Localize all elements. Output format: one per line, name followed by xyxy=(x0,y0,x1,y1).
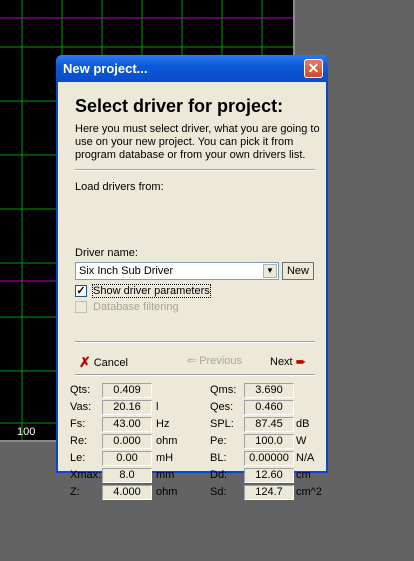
param-vas-value: 20.16 xyxy=(102,400,152,415)
dialog-titlebar[interactable]: New project... ✕ xyxy=(56,55,328,82)
description-text: Here you must select driver, what you ar… xyxy=(75,123,320,161)
param-z-unit: ohm xyxy=(156,486,178,498)
param-qts-label: Qts: xyxy=(70,384,91,396)
cancel-button[interactable]: ✗ Cancel xyxy=(79,354,128,371)
param-dd-value: 12.60 xyxy=(244,468,294,483)
param-le-label: Le: xyxy=(70,452,86,464)
show-params-label[interactable]: Show driver parameters xyxy=(92,284,211,298)
param-fs-label: Fs: xyxy=(70,418,86,430)
param-qms-value: 3.690 xyxy=(244,383,294,398)
param-xmax-unit: mm xyxy=(156,469,175,481)
db-filter-label[interactable]: Database filtering xyxy=(93,301,179,313)
close-button[interactable]: ✕ xyxy=(304,59,323,78)
param-z-label: Z: xyxy=(70,486,80,498)
param-re-label: Re: xyxy=(70,435,88,447)
param-sd-unit: cm^2 xyxy=(296,486,322,498)
param-sd-label: Sd: xyxy=(210,486,227,498)
param-pe-unit: W xyxy=(296,435,307,447)
new-project-dialog: New project... ✕ Select driver for proje… xyxy=(56,55,328,500)
param-pe-value: 100.0 xyxy=(244,434,294,449)
param-spl-label: SPL: xyxy=(210,418,234,430)
db-filter-checkbox[interactable] xyxy=(75,301,87,313)
divider xyxy=(75,169,315,171)
divider xyxy=(75,374,315,376)
param-bl-value: 0.00000 xyxy=(244,451,294,466)
previous-button[interactable]: ⇐ Previous xyxy=(187,354,243,368)
param-qes-label: Qes: xyxy=(210,401,234,413)
arrow-left-icon: ⇐ xyxy=(187,355,197,367)
param-fs-unit: Hz xyxy=(156,418,170,430)
param-le-unit: mH xyxy=(156,452,174,464)
param-xmax-value: 8.0 xyxy=(102,468,152,483)
param-spl-value: 87.45 xyxy=(244,417,294,432)
param-pe-label: Pe: xyxy=(210,435,227,447)
load-drivers-label: Load drivers from: xyxy=(75,181,164,193)
show-params-checkbox[interactable]: ✓ xyxy=(75,285,87,297)
driver-select-value: Six Inch Sub Driver xyxy=(79,265,174,277)
param-vas-unit: l xyxy=(156,401,159,413)
param-re-value: 0.000 xyxy=(102,434,152,449)
param-vas-label: Vas: xyxy=(70,401,92,413)
driver-name-label: Driver name: xyxy=(75,247,138,259)
param-dd-unit: cm xyxy=(296,469,311,481)
param-bl-label: BL: xyxy=(210,452,227,464)
param-dd-label: Dd: xyxy=(210,469,228,481)
next-label: Next xyxy=(270,356,293,368)
param-spl-unit: dB xyxy=(296,418,310,430)
graph-axis-label: 100 xyxy=(17,426,36,438)
dialog-title: New project... xyxy=(63,61,148,76)
previous-label: Previous xyxy=(199,354,243,367)
driver-select[interactable]: Six Inch Sub Driver ▼ xyxy=(75,262,279,280)
chevron-down-icon[interactable]: ▼ xyxy=(263,264,277,278)
page-heading: Select driver for project: xyxy=(75,96,284,116)
param-xmax-label: Xmax: xyxy=(70,469,102,481)
close-icon: ✕ xyxy=(307,60,320,76)
param-bl-unit: N/A xyxy=(296,452,315,464)
param-z-value: 4.000 xyxy=(102,485,152,500)
param-qts-value: 0.409 xyxy=(102,383,152,398)
param-le-value: 0.00 xyxy=(102,451,152,466)
next-button[interactable]: Next ➨ xyxy=(270,354,307,370)
param-sd-value: 124.7 xyxy=(244,485,294,500)
cancel-x-icon: ✗ xyxy=(79,354,91,370)
param-fs-value: 43.00 xyxy=(102,417,152,432)
param-qes-value: 0.460 xyxy=(244,400,294,415)
cancel-label: Cancel xyxy=(93,356,128,369)
param-qms-label: Qms: xyxy=(210,384,237,396)
arrow-right-icon: ➨ xyxy=(295,354,307,369)
divider xyxy=(75,341,315,343)
new-driver-button[interactable]: New xyxy=(282,262,314,280)
param-re-unit: ohm xyxy=(156,435,178,447)
